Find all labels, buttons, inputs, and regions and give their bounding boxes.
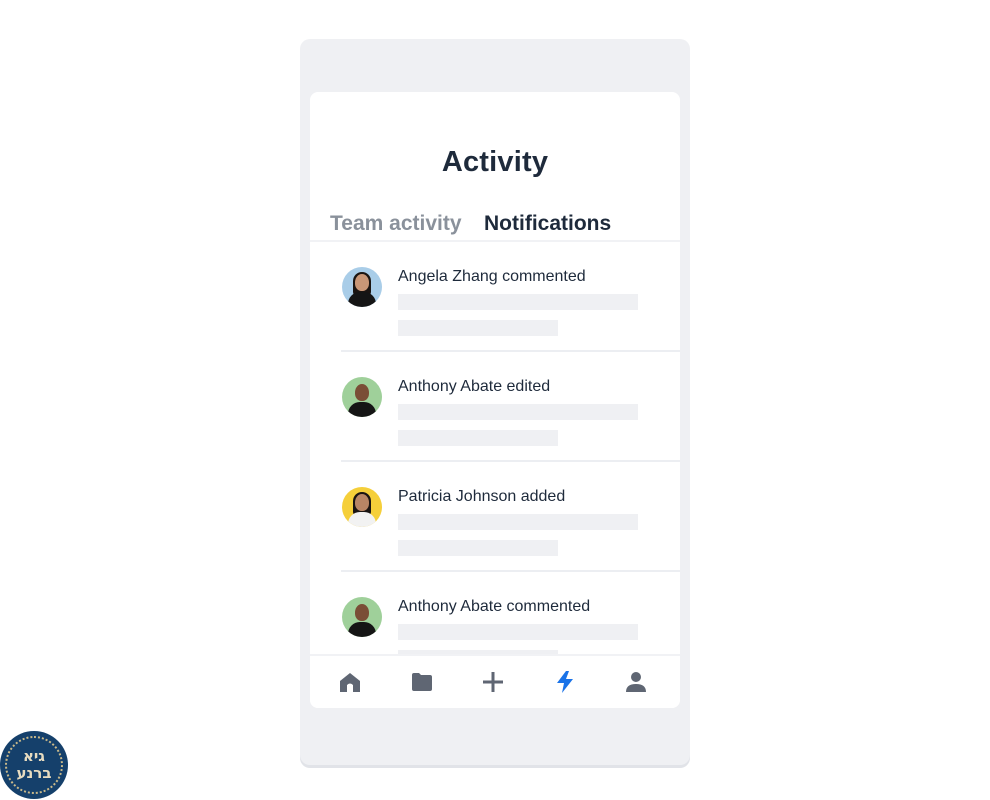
plus-icon bbox=[483, 672, 503, 692]
notification-text: Patricia Johnson added bbox=[398, 488, 566, 505]
watermark-line2: ברנע bbox=[16, 764, 52, 782]
list-item[interactable]: Anthony Abate edited bbox=[310, 352, 680, 462]
skeleton-line bbox=[398, 540, 558, 556]
nav-activity-button[interactable] bbox=[545, 656, 585, 708]
list-item[interactable]: Patricia Johnson added bbox=[310, 462, 680, 572]
tab-team-activity[interactable]: Team activity bbox=[330, 212, 462, 240]
app-screen: Activity Team activity Notifications Ang… bbox=[310, 92, 680, 708]
nav-create-button[interactable] bbox=[473, 656, 513, 708]
tab-notifications[interactable]: Notifications bbox=[484, 212, 612, 242]
skeleton-line bbox=[398, 624, 638, 640]
bottom-nav bbox=[310, 654, 680, 708]
avatar bbox=[342, 377, 382, 417]
skeleton-line bbox=[398, 404, 638, 420]
page-title: Activity bbox=[441, 146, 549, 178]
skeleton-line bbox=[398, 430, 558, 446]
list-item[interactable]: Angela Zhang commented bbox=[310, 242, 680, 352]
lightning-icon bbox=[557, 671, 573, 693]
person-icon bbox=[626, 672, 646, 692]
skeleton-line bbox=[398, 320, 558, 336]
notification-text: Angela Zhang commented bbox=[398, 268, 586, 285]
notification-list: Angela Zhang commented Anthony Abate edi… bbox=[310, 242, 680, 682]
skeleton-line bbox=[398, 294, 638, 310]
avatar bbox=[342, 597, 382, 637]
nav-files-button[interactable] bbox=[402, 656, 442, 708]
watermark-logo: גיא ברנע bbox=[0, 731, 68, 799]
watermark-line1: גיא bbox=[22, 747, 46, 765]
skeleton-line bbox=[398, 514, 638, 530]
folder-icon bbox=[412, 673, 432, 691]
phone-frame: Activity Team activity Notifications Ang… bbox=[300, 39, 690, 765]
nav-account-button[interactable] bbox=[616, 656, 656, 708]
nav-home-button[interactable] bbox=[330, 656, 370, 708]
notification-text: Anthony Abate edited bbox=[398, 378, 551, 395]
home-icon bbox=[340, 673, 360, 692]
notification-text: Anthony Abate commented bbox=[398, 598, 591, 615]
avatar bbox=[342, 267, 382, 307]
avatar bbox=[342, 487, 382, 527]
